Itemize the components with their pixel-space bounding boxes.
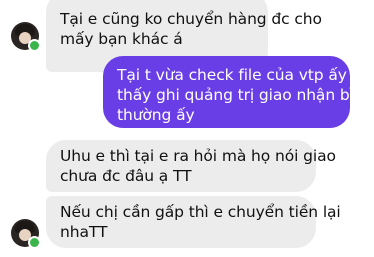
contact-avatar-icon[interactable] [11,22,41,52]
online-status-dot-icon [28,39,41,52]
message-text-line: mấy bạn khác á [60,30,183,48]
message-text-line: Uhu e thì tại e ra hỏi mà họ nói giao [60,147,336,165]
message-text-line: thường ấy [117,106,195,124]
chat-thread: Tại e cũng ko chuyển hàng đc cho mấy bạn… [0,0,374,257]
contact-avatar-icon[interactable] [11,219,41,249]
online-status-dot-icon [28,236,41,249]
outgoing-message-bubble[interactable]: Tại t vừa check file của vtp ấy thì thấy… [103,56,374,128]
message-text-line: thấy ghi quảng trị giao nhận bình [117,86,374,104]
incoming-message-bubble[interactable]: Nếu chị cần gấp thì e chuyển tiền lại nh… [46,196,341,248]
message-text-line: nhaTT [60,223,108,241]
message-text-line: Nếu chị cần gấp thì e chuyển tiền lại [60,203,341,221]
message-text-line: Tại e cũng ko chuyển hàng đc cho [60,10,322,28]
message-text-line: chưa đc đâu ạ TT [60,167,192,185]
message-text-line: Tại t vừa check file của vtp ấy thì [117,66,372,84]
incoming-message-bubble[interactable]: Uhu e thì tại e ra hỏi mà họ nói giao ch… [46,140,336,192]
